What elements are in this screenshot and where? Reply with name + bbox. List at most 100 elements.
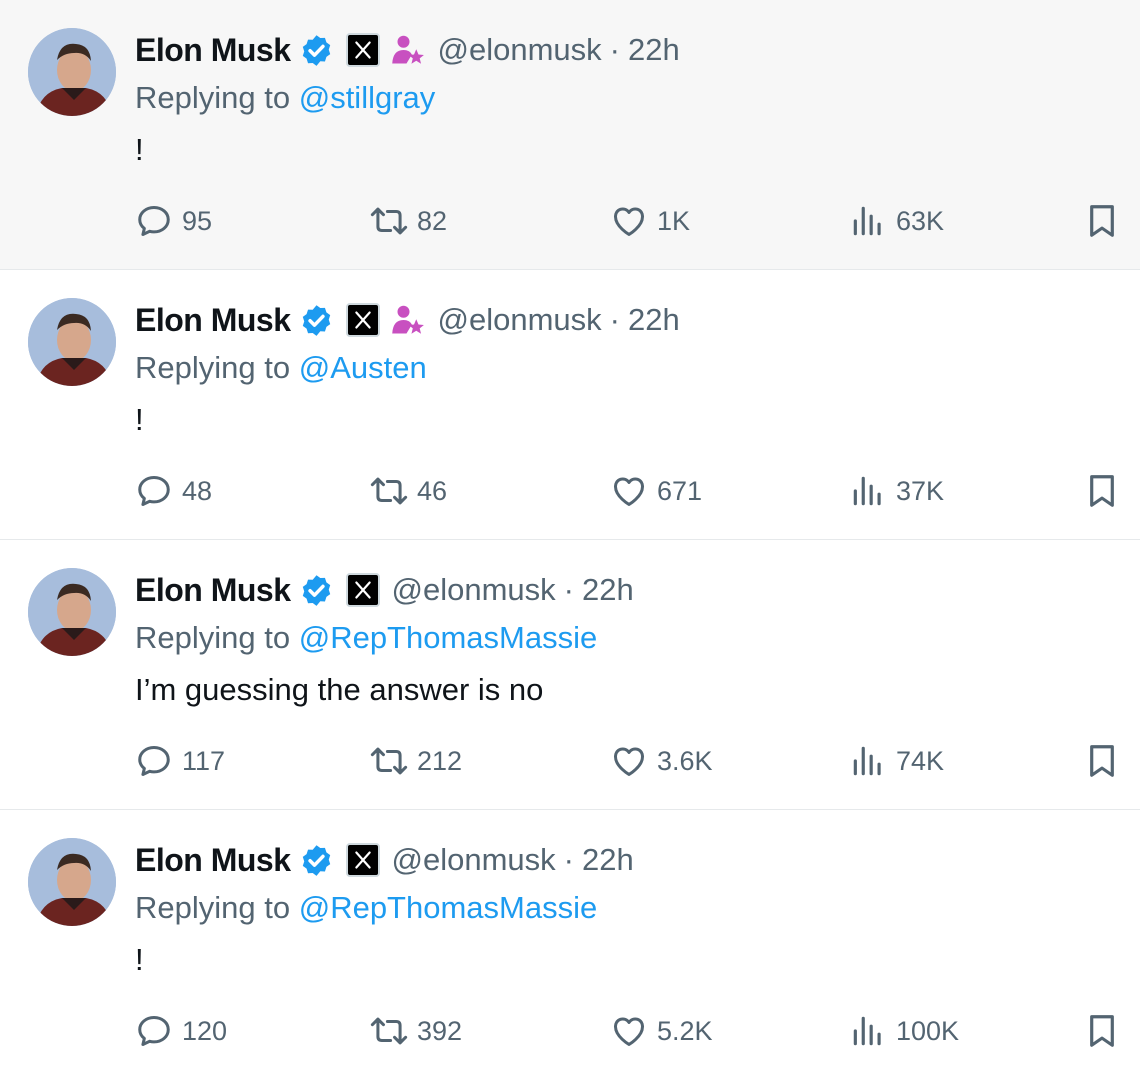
views-button[interactable]: 100K xyxy=(849,1008,959,1054)
repost-button[interactable]: 46 xyxy=(370,468,447,514)
bookmark-icon xyxy=(1090,475,1114,507)
avatar[interactable] xyxy=(28,28,116,116)
bookmark-icon xyxy=(1090,745,1114,777)
affiliate-icon[interactable] xyxy=(390,302,426,338)
repost-icon xyxy=(370,1017,408,1045)
repost-count: 392 xyxy=(417,1015,463,1046)
replying-to: Replying to @RepThomasMassie xyxy=(135,620,597,656)
reply-button[interactable]: 95 xyxy=(135,198,212,244)
views-count: 37K xyxy=(896,475,945,506)
separator-dot: · xyxy=(563,572,574,607)
views-icon xyxy=(853,1016,881,1046)
like-count: 1K xyxy=(657,205,691,236)
repost-icon xyxy=(370,207,408,235)
action-bar: 120 392 5.2K 100K xyxy=(135,1008,1120,1054)
repost-button[interactable]: 392 xyxy=(370,1008,462,1054)
views-icon xyxy=(853,476,881,506)
x-logo-icon[interactable] xyxy=(345,843,380,877)
like-icon xyxy=(614,1017,644,1046)
replying-to: Replying to @stillgray xyxy=(135,80,435,116)
tweet[interactable]: Elon Musk @elonmusk · 22h Replying to @s… xyxy=(0,0,1140,270)
views-count: 100K xyxy=(896,1015,960,1046)
tweet-text: ! xyxy=(135,402,144,437)
replying-to-prefix: Replying to xyxy=(135,890,299,925)
repost-count: 46 xyxy=(417,475,448,506)
author-name[interactable]: Elon Musk xyxy=(135,842,291,879)
verified-badge-icon[interactable] xyxy=(299,33,334,68)
author-name[interactable]: Elon Musk xyxy=(135,32,291,69)
reply-count: 120 xyxy=(182,1015,228,1046)
bookmark-button[interactable] xyxy=(1083,738,1121,784)
reply-count: 117 xyxy=(182,745,226,776)
reply-button[interactable]: 120 xyxy=(135,1008,227,1054)
tweet[interactable]: Elon Musk @elonmusk · 22h Replying to @R… xyxy=(0,810,1140,1080)
verified-badge-icon[interactable] xyxy=(299,303,334,338)
bookmark-button[interactable] xyxy=(1083,468,1121,514)
replying-to-prefix: Replying to xyxy=(135,620,299,655)
reply-count: 48 xyxy=(182,475,213,506)
affiliate-icon[interactable] xyxy=(390,32,426,68)
author-handle[interactable]: @elonmusk xyxy=(438,302,602,338)
replying-to-mention[interactable]: @stillgray xyxy=(299,80,436,115)
verified-badge-icon[interactable] xyxy=(299,843,334,878)
timestamp[interactable]: 22h xyxy=(628,302,680,338)
tweet-text: ! xyxy=(135,132,144,167)
like-count: 3.6K xyxy=(657,745,713,776)
x-logo-icon[interactable] xyxy=(345,33,380,67)
bookmark-button[interactable] xyxy=(1083,1008,1121,1054)
x-logo-icon[interactable] xyxy=(345,303,380,337)
like-icon xyxy=(614,477,644,506)
author-name[interactable]: Elon Musk xyxy=(135,302,291,339)
like-count: 671 xyxy=(657,475,703,506)
repost-icon xyxy=(370,747,408,775)
avatar[interactable] xyxy=(28,568,116,656)
bookmark-button[interactable] xyxy=(1083,198,1121,244)
repost-button[interactable]: 82 xyxy=(370,198,447,244)
views-icon xyxy=(853,206,881,236)
views-count: 74K xyxy=(896,745,945,776)
author-handle[interactable]: @elonmusk xyxy=(392,842,556,878)
reply-icon xyxy=(138,476,170,506)
separator-dot: · xyxy=(609,302,620,337)
timestamp[interactable]: 22h xyxy=(582,842,634,878)
like-icon xyxy=(614,207,644,236)
reply-count: 95 xyxy=(182,205,213,236)
author-handle[interactable]: @elonmusk xyxy=(438,32,602,68)
action-bar: 117 212 3.6K 74K xyxy=(135,738,1120,784)
repost-button[interactable]: 212 xyxy=(370,738,462,784)
like-button[interactable]: 671 xyxy=(610,468,702,514)
author-handle[interactable]: @elonmusk xyxy=(392,572,556,608)
like-icon xyxy=(614,747,644,776)
tweet-text: ! xyxy=(135,942,144,977)
author-name[interactable]: Elon Musk xyxy=(135,572,291,609)
repost-count: 82 xyxy=(417,205,448,236)
reply-button[interactable]: 117 xyxy=(135,738,225,784)
like-count: 5.2K xyxy=(657,1015,713,1046)
replying-to: Replying to @Austen xyxy=(135,350,427,386)
replying-to-mention[interactable]: @Austen xyxy=(299,350,427,385)
timestamp[interactable]: 22h xyxy=(582,572,634,608)
like-button[interactable]: 1K xyxy=(610,198,690,244)
views-button[interactable]: 63K xyxy=(849,198,944,244)
tweet-feed: Elon Musk @elonmusk · 22h Replying to @s… xyxy=(0,0,1140,1080)
views-button[interactable]: 37K xyxy=(849,468,944,514)
like-button[interactable]: 5.2K xyxy=(610,1008,713,1054)
tweet[interactable]: Elon Musk @elonmusk · 22h Replying to @A… xyxy=(0,270,1140,540)
tweet[interactable]: Elon Musk @elonmusk · 22h Replying to @R… xyxy=(0,540,1140,810)
x-logo-icon[interactable] xyxy=(345,573,380,607)
reply-button[interactable]: 48 xyxy=(135,468,212,514)
tweet-text: I’m guessing the answer is no xyxy=(135,672,544,707)
replying-to-mention[interactable]: @RepThomasMassie xyxy=(299,890,598,925)
avatar[interactable] xyxy=(28,298,116,386)
replying-to: Replying to @RepThomasMassie xyxy=(135,890,597,926)
bookmark-icon xyxy=(1090,205,1114,237)
repost-count: 212 xyxy=(417,745,463,776)
avatar[interactable] xyxy=(28,838,116,926)
views-button[interactable]: 74K xyxy=(849,738,944,784)
replying-to-mention[interactable]: @RepThomasMassie xyxy=(299,620,598,655)
separator-dot: · xyxy=(609,32,620,67)
replying-to-prefix: Replying to xyxy=(135,350,299,385)
like-button[interactable]: 3.6K xyxy=(610,738,713,784)
timestamp[interactable]: 22h xyxy=(628,32,680,68)
verified-badge-icon[interactable] xyxy=(299,573,334,608)
